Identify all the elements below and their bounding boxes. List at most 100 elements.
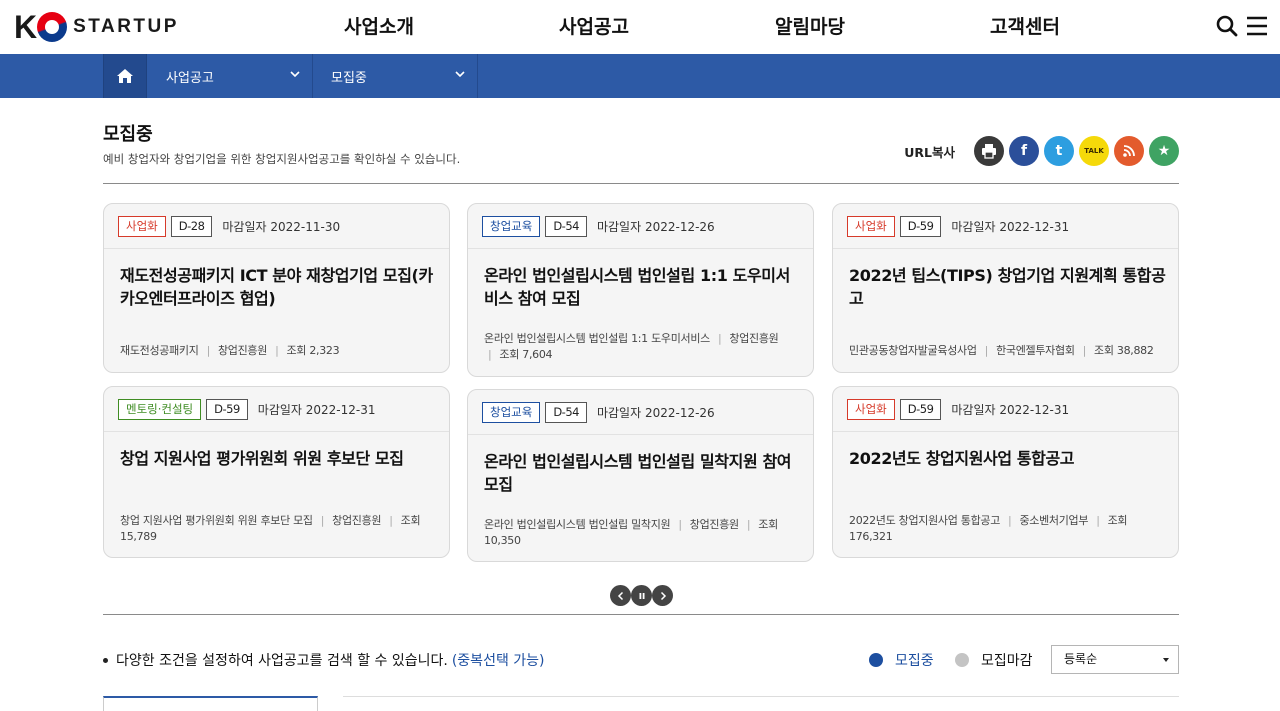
radio-open-label: 모집중 [895, 653, 934, 669]
dday-badge: D-59 [206, 399, 248, 420]
dday-badge: D-54 [545, 402, 587, 423]
condition-hint: (중복선택 가능) [451, 653, 545, 669]
card-title[interactable]: 온라인 법인설립시스템 법인설립 1:1 도우미서비스 참여 모집 [484, 264, 802, 310]
chevron-down-icon [455, 71, 465, 78]
print-icon[interactable] [974, 136, 1004, 166]
card-meta: 사업화 D-59 마감일자 2022-12-31 [847, 216, 1069, 237]
dday-badge: D-28 [170, 216, 213, 237]
nav-item-announcements[interactable]: 사업공고 [559, 12, 629, 39]
nav-item-about[interactable]: 사업소개 [344, 12, 414, 39]
home-button[interactable] [103, 54, 147, 98]
category-tag: 창업교육 [482, 402, 541, 423]
card-org: 창업진흥원 [217, 344, 268, 357]
card-org: 창업진흥원 [729, 332, 779, 345]
deadline-date: 마감일자 2022-12-26 [596, 406, 715, 420]
bullet-icon [103, 657, 108, 663]
card-footer: 2022년도 창업지원사업 통합공고 | 중소벤처기업부 | 조회 176,321 [849, 514, 1128, 543]
star-icon[interactable]: ★ [1149, 136, 1179, 166]
radio-open[interactable]: 모집중 [869, 650, 934, 670]
next-icon [660, 591, 666, 600]
divider [103, 183, 1179, 184]
card-title[interactable]: 재도전성공패키지 ICT 분야 재창업기업 모집(카카오엔터프라이즈 협업) [120, 264, 438, 310]
dday-badge: D-59 [899, 399, 942, 420]
site-header: K STARTUP 사업소개 사업공고 알림마당 고객센터 [0, 0, 1280, 54]
prev-button[interactable] [610, 585, 631, 606]
announcement-card[interactable]: 사업화 D-28 마감일자 2022-11-30 재도전성공패키지 ICT 분야… [103, 203, 450, 373]
card-title[interactable]: 2022년 팁스(TIPS) 창업기업 지원계획 통합공고 [849, 264, 1167, 310]
pause-button[interactable] [631, 585, 652, 606]
prev-icon [617, 591, 623, 600]
radio-unchecked-icon [955, 653, 969, 667]
results-divider [343, 696, 1179, 697]
kakaotalk-icon[interactable]: TALK [1079, 136, 1109, 166]
announcement-card[interactable]: 멘토링·컨설팅 D-59 마감일자 2022-12-31 창업 지원사업 평가위… [103, 386, 450, 558]
card-views-count: 15,789 [120, 530, 157, 543]
card-org: 한국엔젤투자협회 [996, 344, 1075, 357]
rss-icon[interactable] [1114, 136, 1144, 166]
facebook-icon[interactable]: f [1009, 136, 1039, 166]
url-copy-button[interactable]: URL복사 [904, 142, 955, 161]
deadline-date: 마감일자 2022-11-30 [222, 220, 341, 234]
sort-select-value: 등록순 [1064, 652, 1098, 666]
condition-text: 다양한 조건을 설정하여 사업공고를 검색 할 수 있습니다. [116, 653, 448, 669]
card-category: 재도전성공패키지 [120, 344, 199, 357]
next-button[interactable] [652, 585, 673, 606]
category-tag: 창업교육 [482, 216, 541, 237]
card-category: 창업 지원사업 평가위원회 위원 후보단 모집 [120, 514, 313, 527]
sort-select[interactable]: 등록순 [1051, 645, 1179, 674]
card-org: 중소벤처기업부 [1019, 514, 1089, 527]
card-footer: 온라인 법인설립시스템 법인설립 밀착지원 | 창업진흥원 | 조회 10,350 [484, 518, 778, 547]
announcement-card[interactable]: 사업화 D-59 마감일자 2022-12-31 2022년 팁스(TIPS) … [832, 203, 1179, 373]
main-nav: 사업소개 사업공고 알림마당 고객센터 [0, 12, 1280, 42]
radio-checked-icon [869, 653, 883, 667]
radio-closed-label: 모집마감 [981, 653, 1033, 669]
deadline-date: 마감일자 2022-12-26 [596, 220, 715, 234]
card-title[interactable]: 온라인 법인설립시스템 법인설립 밀착지원 참여 모집 [484, 450, 802, 496]
location-label-depth1: 사업공고 [166, 70, 214, 86]
card-footer: 재도전성공패키지 | 창업진흥원 | 조회 2,323 [120, 344, 340, 357]
card-views: 조회 2,323 [286, 344, 340, 357]
card-category: 2022년도 창업지원사업 통합공고 [849, 514, 1001, 527]
page-title: 모집중 [103, 124, 153, 145]
dday-badge: D-59 [899, 216, 942, 237]
card-org: 창업진흥원 [332, 514, 382, 527]
dday-badge: D-54 [545, 216, 587, 237]
twitter-icon[interactable]: t [1044, 136, 1074, 166]
menu-icon[interactable] [1245, 14, 1269, 38]
card-title[interactable]: 2022년도 창업지원사업 통합공고 [849, 447, 1167, 470]
divider [103, 614, 1179, 615]
category-tag: 사업화 [118, 216, 166, 237]
radio-closed[interactable]: 모집마감 [955, 650, 1033, 670]
announcement-card[interactable]: 창업교육 D-54 마감일자 2022-12-26 온라인 법인설립시스템 법인… [467, 203, 814, 377]
nav-item-support[interactable]: 고객센터 [990, 12, 1060, 39]
announcement-card[interactable]: 사업화 D-59 마감일자 2022-12-31 2022년도 창업지원사업 통… [832, 386, 1179, 558]
location-select-depth2[interactable]: 모집중 [313, 54, 478, 98]
announcement-card[interactable]: 창업교육 D-54 마감일자 2022-12-26 온라인 법인설립시스템 법인… [467, 389, 814, 562]
pause-icon [639, 592, 644, 599]
card-views-count: 176,321 [849, 530, 893, 543]
card-category: 민관공동창업자발굴육성사업 [849, 344, 977, 357]
filter-panel [103, 696, 318, 711]
category-tag: 사업화 [847, 216, 895, 237]
card-footer: 온라인 법인설립시스템 법인설립 1:1 도우미서비스 | 창업진흥원 | 조회 7,6… [484, 332, 779, 361]
card-views-label: 조회 [758, 518, 778, 531]
page-description: 예비 창업자와 창업기업을 위한 창업지원사업공고를 확인하실 수 있습니다. [103, 152, 461, 166]
category-tag: 멘토링·컨설팅 [118, 399, 202, 420]
location-bar: 사업공고 모집중 [0, 54, 1280, 98]
location-select-depth1[interactable]: 사업공고 [148, 54, 313, 98]
card-meta: 멘토링·컨설팅 D-59 마감일자 2022-12-31 [118, 399, 376, 420]
card-meta: 창업교육 D-54 마감일자 2022-12-26 [482, 216, 715, 237]
share-toolbar: URL복사 f t TALK ★ [904, 135, 1179, 167]
card-views-label: 조회 [400, 514, 421, 527]
card-footer: 창업 지원사업 평가위원회 위원 후보단 모집 | 창업진흥원 | 조회 15,789 [120, 514, 421, 543]
nav-item-notice[interactable]: 알림마당 [775, 12, 845, 39]
deadline-date: 마감일자 2022-12-31 [951, 220, 1070, 234]
location-label-depth2: 모집중 [331, 70, 367, 86]
card-footer: 민관공동창업자발굴육성사업 | 한국엔젤투자협회 | 조회 38,882 [849, 344, 1154, 357]
card-title[interactable]: 창업 지원사업 평가위원회 위원 후보단 모집 [120, 447, 438, 470]
card-meta: 사업화 D-28 마감일자 2022-11-30 [118, 216, 340, 237]
search-icon[interactable] [1215, 14, 1239, 38]
deadline-date: 마감일자 2022-12-31 [257, 403, 376, 417]
card-meta: 창업교육 D-54 마감일자 2022-12-26 [482, 402, 715, 423]
card-views-label: 조회 [1107, 514, 1128, 527]
